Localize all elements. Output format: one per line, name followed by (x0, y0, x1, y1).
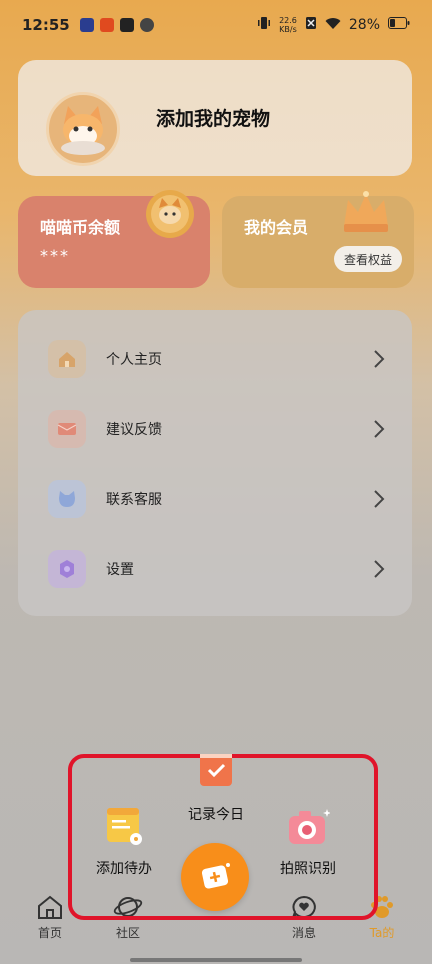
crown-icon (338, 186, 394, 240)
tab-label: 首页 (37, 926, 62, 940)
checklist-icon (200, 754, 232, 786)
photo-recognize-label: 拍照识别 (280, 861, 336, 877)
gear-icon (48, 550, 86, 588)
plus-card-icon (201, 863, 230, 889)
vibrate-icon (257, 16, 271, 34)
menu-item-customer-service[interactable]: 联系客服 (18, 464, 412, 534)
status-time: 12:55 (22, 16, 70, 34)
net-speed-unit: KB/s (279, 25, 297, 34)
app-notification-icon (119, 18, 134, 32)
add-todo-button[interactable]: 添加待办 (90, 806, 158, 878)
cat-icon (48, 480, 86, 518)
coin-balance-label: 喵喵币余额 (40, 218, 121, 237)
menu-item-settings[interactable]: 设置 (18, 534, 412, 604)
add-todo-label: 添加待办 (96, 861, 152, 877)
menu-item-label: 建议反馈 (106, 422, 162, 438)
chevron-right-icon (374, 560, 385, 578)
menu-item-feedback[interactable]: 建议反馈 (18, 394, 412, 464)
menu-item-label: 个人主页 (106, 352, 162, 368)
no-sim-icon (305, 16, 317, 34)
battery-text: 28% (348, 17, 380, 33)
net-speed: 22.6 KB/s (279, 16, 297, 34)
home-indicator (130, 958, 302, 962)
menu-item-label: 设置 (106, 562, 134, 578)
net-speed-value: 22.6 (279, 16, 297, 25)
chevron-right-icon (374, 350, 385, 368)
coin-balance-value: *** (40, 246, 70, 265)
chevron-right-icon (374, 490, 385, 508)
view-benefits-button[interactable]: 查看权益 (333, 246, 402, 272)
photo-recognize-button[interactable]: 拍照识别 (272, 808, 344, 878)
app-notification-icon (139, 18, 154, 32)
tab-label: 社区 (115, 926, 140, 940)
add-button[interactable] (181, 843, 249, 911)
membership-label: 我的会员 (244, 218, 309, 237)
cat-avatar-icon (61, 106, 105, 155)
coin-mascot-icon (142, 186, 198, 246)
mail-icon (48, 410, 86, 448)
tab-label: Ta的 (369, 926, 395, 940)
chevron-right-icon (374, 420, 385, 438)
home-icon (48, 340, 86, 378)
menu-card: 个人主页 建议反馈 联系客服 设置 (18, 310, 412, 616)
app-notification-icon (99, 18, 114, 32)
add-pet-title: 添加我的宠物 (156, 108, 271, 130)
add-pet-card[interactable]: 添加我的宠物 (18, 60, 412, 176)
app-notification-icon (79, 18, 94, 32)
record-today-label: 记录今日 (188, 807, 244, 823)
camera-icon (289, 809, 330, 844)
wifi-icon (325, 17, 341, 34)
menu-item-profile[interactable]: 个人主页 (18, 324, 412, 394)
tab-label: 消息 (291, 926, 316, 940)
pet-avatar[interactable] (46, 92, 120, 166)
menu-item-label: 联系客服 (106, 492, 162, 508)
battery-icon (388, 17, 410, 33)
record-today-button[interactable]: 记录今日 (178, 752, 254, 824)
notepad-icon (107, 808, 142, 845)
home-icon (38, 895, 62, 919)
status-bar: 12:55 22.6 KB/s 28% (0, 0, 432, 50)
